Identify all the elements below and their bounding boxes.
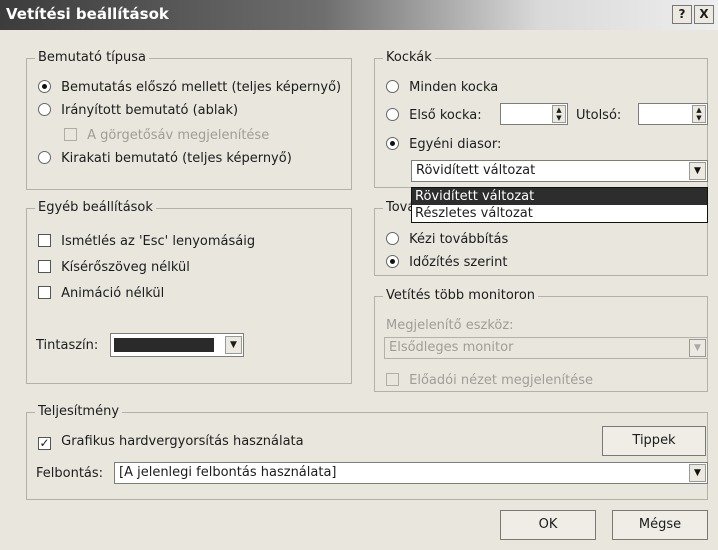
radio-button-icon[interactable] — [386, 232, 399, 245]
checkbox-icon — [64, 128, 77, 141]
last-slide-spinner[interactable]: ▲ ▼ — [638, 103, 708, 125]
checkbox-icon — [386, 373, 399, 386]
checkbox-label: A görgetősáv megjelenítése — [87, 128, 270, 143]
radio-label: Egyéni diasor: — [409, 137, 502, 152]
chevron-down-icon[interactable]: ▼ — [689, 162, 706, 180]
performance-legend: Teljesítmény — [35, 404, 123, 420]
resolution-select[interactable]: [A jelenlegi felbontás használata] ▼ — [114, 462, 708, 484]
checkbox-icon[interactable] — [38, 234, 51, 247]
window-title: Vetítési beállítások — [6, 5, 169, 23]
chevron-down-icon[interactable]: ▼ — [689, 464, 706, 482]
pen-color-label: Tintaszín: — [36, 338, 99, 353]
radio-custom-show[interactable]: Egyéni diasor: — [386, 137, 501, 152]
radio-option-speaker[interactable]: Bemutatás előszó mellett (teljes képerny… — [38, 80, 341, 95]
spinner-arrows-icon[interactable]: ▲ ▼ — [552, 105, 566, 123]
radio-button-icon[interactable] — [386, 108, 399, 121]
title-bar: Vetítési beállítások ? X — [0, 0, 718, 30]
last-slide-label: Utolsó: — [576, 108, 622, 123]
tips-button[interactable]: Tippek — [602, 426, 706, 456]
help-button[interactable]: ? — [672, 5, 692, 24]
display-device-select: Elsődleges monitor ▼ — [384, 337, 708, 359]
checkbox-label: Grafikus hardvergyorsítás használata — [61, 434, 304, 449]
show-type-group: Bemutató típusa — [26, 50, 352, 190]
slides-legend: Kockák — [383, 50, 435, 66]
scrollbar-checkbox: A görgetősáv megjelenítése — [64, 128, 269, 143]
ok-button[interactable]: OK — [500, 510, 596, 540]
radio-slide-range[interactable]: Első kocka: — [386, 108, 482, 123]
hw-accel-checkbox[interactable]: ✓ Grafikus hardvergyorsítás használata — [38, 434, 304, 450]
dropdown-option-detailed[interactable]: Részletes változat — [412, 205, 707, 222]
radio-label: Kézi továbbítás — [409, 232, 509, 247]
pen-color-swatch — [114, 338, 214, 352]
radio-all-slides[interactable]: Minden kocka — [386, 80, 498, 95]
custom-show-value: Rövidített változat — [416, 163, 536, 178]
first-slide-spinner[interactable]: ▲ ▼ — [500, 103, 568, 125]
resolution-label: Felbontás: — [36, 466, 104, 481]
radio-option-kiosk[interactable]: Kirakati bemutató (teljes képernyő) — [38, 151, 292, 166]
resolution-value: [A jelenlegi felbontás használata] — [119, 465, 337, 480]
radio-label: Kirakati bemutató (teljes képernyő) — [61, 151, 292, 166]
loop-checkbox[interactable]: Ismétlés az 'Esc' lenyomásáig — [38, 234, 255, 249]
radio-label: Minden kocka — [409, 80, 499, 95]
custom-show-dropdown-list[interactable]: Rövidített változat Részletes változat — [411, 187, 708, 223]
radio-label: Irányított bemutató (ablak) — [61, 103, 239, 118]
radio-label: Első kocka: — [409, 108, 482, 123]
no-animation-checkbox[interactable]: Animáció nélkül — [38, 286, 164, 301]
spinner-arrows-icon[interactable]: ▲ ▼ — [692, 105, 706, 123]
checkbox-icon[interactable] — [38, 286, 51, 299]
custom-show-select[interactable]: Rövidített változat ▼ — [411, 160, 708, 182]
pen-color-picker[interactable]: ▼ — [110, 333, 244, 357]
display-device-label: Megjelenítő eszköz: — [386, 318, 514, 333]
cancel-button[interactable]: Mégse — [612, 510, 708, 540]
other-settings-legend: Egyéb beállítások — [35, 200, 156, 216]
radio-label: Időzítés szerint — [409, 255, 508, 270]
chevron-down-icon[interactable]: ▼ — [225, 336, 242, 354]
radio-button-icon[interactable] — [38, 80, 51, 93]
checkbox-label: Ismétlés az 'Esc' lenyomásáig — [61, 234, 256, 249]
radio-button-icon[interactable] — [386, 255, 399, 268]
checkbox-label: Előadói nézet megjelenítése — [409, 373, 593, 388]
checkbox-label: Animáció nélkül — [61, 286, 165, 301]
dropdown-option-short[interactable]: Rövidített változat — [412, 188, 707, 205]
checkbox-label: Kísérőszöveg nélkül — [61, 260, 190, 275]
chevron-down-icon: ▼ — [689, 339, 706, 357]
radio-button-icon[interactable] — [386, 80, 399, 93]
presenter-view-checkbox: Előadói nézet megjelenítése — [386, 373, 593, 388]
display-device-value: Elsődleges monitor — [389, 340, 514, 355]
checkbox-icon[interactable] — [38, 260, 51, 273]
show-type-legend: Bemutató típusa — [35, 50, 150, 66]
radio-manual-advance[interactable]: Kézi továbbítás — [386, 232, 508, 247]
monitors-legend: Vetítés több monitoron — [383, 288, 539, 304]
radio-option-window[interactable]: Irányított bemutató (ablak) — [38, 103, 238, 118]
no-narration-checkbox[interactable]: Kísérőszöveg nélkül — [38, 260, 190, 275]
radio-button-icon[interactable] — [38, 151, 51, 164]
radio-timing-advance[interactable]: Időzítés szerint — [386, 255, 508, 270]
checkbox-icon[interactable]: ✓ — [38, 437, 51, 450]
radio-button-icon[interactable] — [386, 137, 399, 150]
radio-button-icon[interactable] — [38, 103, 51, 116]
radio-label: Bemutatás előszó mellett (teljes képerny… — [61, 80, 342, 95]
close-button[interactable]: X — [694, 5, 714, 24]
